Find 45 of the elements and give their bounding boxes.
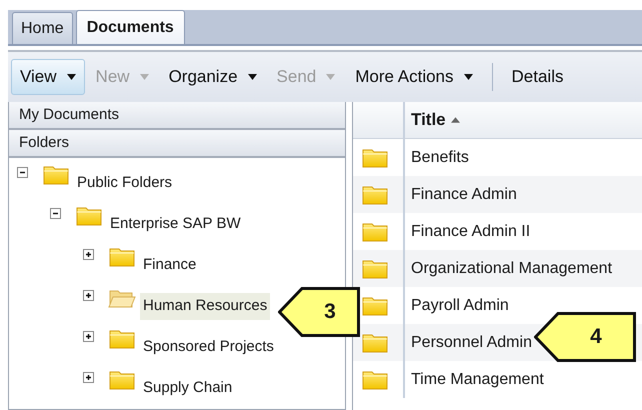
tree-item[interactable]: Supply Chain [140,375,236,402]
menu-button[interactable]: View [11,59,85,95]
folder-icon [361,184,389,206]
tree-item[interactable]: Enterprise SAP BW [107,211,244,238]
folder-icon [42,164,70,186]
step-callout: 4 [534,312,636,362]
section-header[interactable]: My Documents [9,102,345,130]
folder-icon [75,204,103,226]
tab[interactable]: Documents [76,10,185,44]
table-cell-text: Personnel Admin [410,332,532,352]
table-cell-text: Finance Admin II [410,222,530,242]
section-header[interactable]: Folders [9,130,345,158]
caret-icon [326,74,336,80]
menu-button[interactable]: More Actions [346,59,482,95]
toolbar-button[interactable]: Details [502,59,572,95]
folder-icon [108,328,136,350]
tab[interactable]: Home [12,12,73,44]
table-cell-text: Benefits [410,148,469,168]
folder-icon [361,294,389,316]
tree-item[interactable]: Sponsored Projects [140,334,277,361]
tree-item[interactable]: Public Folders [74,170,176,197]
folder-icon [108,246,136,268]
caret-icon [248,74,257,80]
expand-icon[interactable] [83,331,94,342]
folder-icon [361,368,389,390]
expand-icon[interactable] [83,290,94,301]
folder-icon [361,220,389,242]
menu-button[interactable]: Organize [160,59,266,95]
caret-icon [66,74,76,80]
folder-icon [361,258,389,280]
tree-item[interactable]: Human Resources [140,293,270,320]
tree-item[interactable]: Finance [140,252,200,279]
collapse-icon[interactable] [17,167,28,178]
folder-icon [108,368,136,390]
table-cell-text: Payroll Admin [410,296,509,316]
table-cell-text: Finance Admin [410,184,517,204]
folder-icon [361,332,389,354]
table-cell-text: Time Management [410,370,544,390]
table-cell-text: Organizational Management [410,258,612,278]
caret-icon [464,74,473,80]
folder-icon [361,146,389,168]
expand-icon[interactable] [83,249,94,260]
caret-icon [140,74,149,80]
expand-icon[interactable] [83,372,94,383]
collapse-icon[interactable] [50,208,61,219]
